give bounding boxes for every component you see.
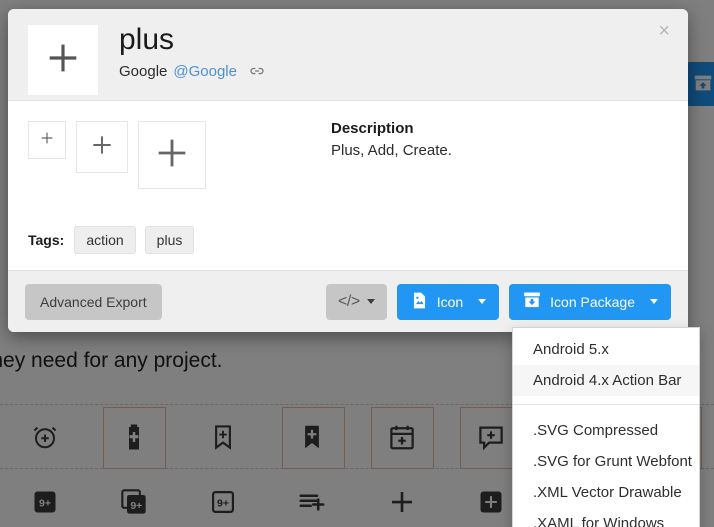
dropdown-item-xml-vector-drawable[interactable]: .XML Vector Drawable (513, 477, 699, 508)
plus-icon (39, 130, 55, 151)
tag-plus[interactable]: plus (144, 226, 195, 254)
icon-thumbnail (28, 25, 98, 95)
icon-meta: plus Google @Google (119, 23, 266, 80)
plus-icon (89, 132, 115, 163)
icon-button-label: Icon (436, 293, 464, 310)
screen: e they need for any project. (0, 0, 714, 527)
icon-preview-small[interactable] (28, 121, 66, 159)
package-download-icon (522, 290, 542, 313)
code-icon: </> (338, 292, 360, 310)
icon-download-button[interactable]: Icon (396, 283, 500, 320)
footer-action-group: </> Icon Icon Package (326, 283, 671, 320)
icon-preview-medium[interactable] (76, 121, 128, 173)
modal-body-row: Description Plus, Add, Create. (28, 119, 668, 189)
link-icon[interactable] (248, 62, 266, 80)
tags-section: Tags: action plus (28, 226, 668, 254)
dropdown-separator (513, 404, 699, 405)
code-export-button[interactable]: </> (326, 283, 387, 320)
chevron-down-icon (366, 299, 375, 304)
page-title: plus (119, 23, 175, 56)
icon-package-dropdown-menu: Android 5.x Android 4.x Action Bar .SVG … (512, 327, 700, 527)
tag-action[interactable]: action (74, 226, 136, 254)
icon-preview-large[interactable] (138, 121, 206, 189)
icon-package-button[interactable]: Icon Package (509, 283, 671, 320)
advanced-export-button[interactable]: Advanced Export (25, 283, 162, 320)
dropdown-item-svg-compressed[interactable]: .SVG Compressed (513, 415, 699, 446)
icon-author-line: Google @Google (119, 62, 266, 80)
dropdown-item-xaml-windows[interactable]: .XAML for Windows (513, 508, 699, 527)
author-name: Google (119, 62, 168, 80)
description-heading: Description (331, 120, 414, 137)
dropdown-item-android-4-action-bar[interactable]: Android 4.x Action Bar (513, 365, 699, 396)
close-icon[interactable]: × (654, 19, 674, 43)
icon-detail-modal: plus Google @Google × Description Plus, … (8, 9, 688, 332)
icon-package-button-label: Icon Package (550, 293, 635, 310)
icon-preview-sizes (28, 119, 278, 189)
description-section: Description Plus, Add, Create. (278, 119, 452, 159)
modal-header: plus Google @Google × (8, 9, 688, 101)
chevron-down-icon (650, 299, 658, 304)
dropdown-item-android-5[interactable]: Android 5.x (513, 334, 699, 365)
file-image-icon (410, 291, 429, 313)
plus-icon (43, 38, 83, 83)
dropdown-item-svg-grunt-webfont[interactable]: .SVG for Grunt Webfont (513, 446, 699, 477)
plus-icon (152, 133, 192, 178)
chevron-down-icon (478, 299, 487, 304)
tags-label: Tags: (28, 232, 65, 248)
author-handle[interactable]: @Google (173, 63, 237, 80)
modal-body: Description Plus, Add, Create. Tags: act… (8, 101, 688, 270)
description-body: Plus, Add, Create. (331, 142, 452, 159)
modal-footer: Advanced Export </> Icon Icon Package (8, 270, 688, 332)
